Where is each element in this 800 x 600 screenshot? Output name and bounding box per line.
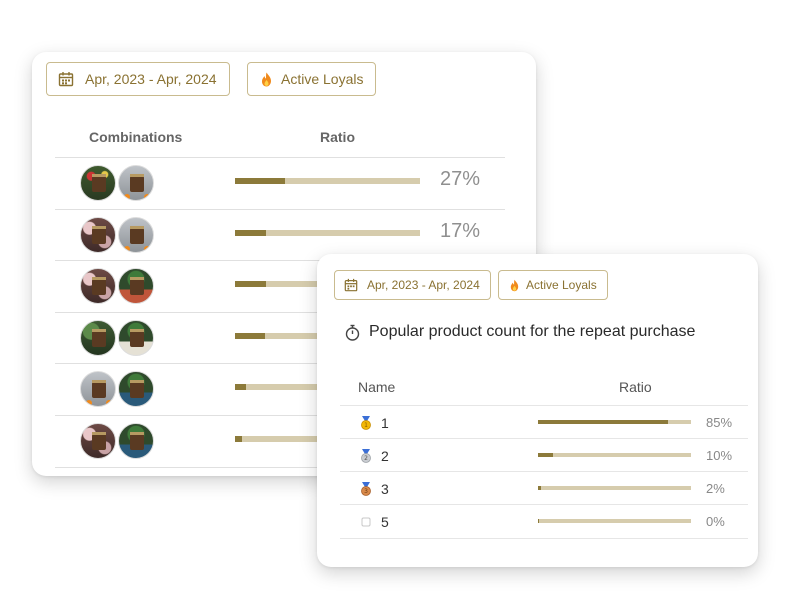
column-header-ratio: Ratio <box>619 379 652 395</box>
ratio-bar-fill <box>235 384 247 390</box>
row-name-text: 1 <box>381 414 389 431</box>
product-thumbnail <box>118 319 154 356</box>
svg-text:3: 3 <box>364 488 368 495</box>
ratio-bar <box>538 453 691 457</box>
product-count-row[interactable]: 1 1 85% <box>340 405 748 439</box>
ratio-percent: 10% <box>706 448 733 463</box>
product-count-row[interactable]: 3 3 2% <box>340 471 748 505</box>
ratio-bar <box>538 519 691 523</box>
ratio-bar-fill <box>538 453 554 457</box>
date-range-label: Apr, 2023 - Apr, 2024 <box>367 278 480 292</box>
product-count-row[interactable]: 5 0% <box>340 504 748 539</box>
row-name: 11 <box>359 406 389 439</box>
product-thumbnail <box>80 319 116 356</box>
segment-label: Active Loyals <box>526 278 597 292</box>
bronze-medal-icon: 3 <box>359 481 372 496</box>
ratio-bar-fill <box>235 178 285 184</box>
ratio-bar-fill <box>538 519 539 523</box>
product-thumbnail <box>118 216 154 253</box>
card-title-text: Popular product count for the repeat pur… <box>369 323 696 340</box>
product-thumbnail <box>80 165 116 201</box>
row-name-text: 3 <box>381 480 389 497</box>
ratio-bar-fill <box>235 229 267 236</box>
ratio-percent: 0% <box>706 514 725 529</box>
card-title: Popular product count for the repeat pur… <box>345 323 695 341</box>
product-combination <box>80 422 160 459</box>
row-name-text: 2 <box>381 447 389 464</box>
ratio-bar-fill <box>235 281 267 287</box>
product-combination <box>80 319 160 356</box>
product-thumbnail <box>80 268 116 304</box>
empty-box-icon <box>359 515 372 529</box>
segment-filter[interactable]: Active Loyals <box>247 62 377 96</box>
silver-medal-icon: 2 <box>359 448 372 463</box>
row-name: 22 <box>359 439 389 472</box>
ratio-bar <box>538 420 691 424</box>
date-range-label: Apr, 2023 - Apr, 2024 <box>85 71 217 87</box>
ratio-percent: 85% <box>706 415 733 430</box>
ratio-bar <box>235 178 420 184</box>
product-thumbnail <box>80 422 116 459</box>
product-thumbnail <box>118 165 154 201</box>
ratio-percent: 17% <box>440 219 481 242</box>
ratio-percent: 2% <box>706 481 725 496</box>
product-thumbnail <box>80 216 116 253</box>
combination-row[interactable]: 17% <box>55 208 505 261</box>
ratio-bar <box>538 486 691 490</box>
date-range-filter[interactable]: Apr, 2023 - Apr, 2024 <box>46 62 230 96</box>
ratio-bar <box>235 229 420 236</box>
gold-medal-icon: 1 <box>359 415 372 430</box>
ratio-bar-fill <box>538 486 542 490</box>
row-name: 5 <box>359 505 389 538</box>
row-name-text: 5 <box>381 513 389 530</box>
combination-row[interactable]: 27% <box>55 157 505 209</box>
product-combination <box>80 216 160 253</box>
fire-icon <box>509 279 519 292</box>
date-range-filter[interactable]: Apr, 2023 - Apr, 2024 <box>334 270 491 300</box>
column-header-ratio: Ratio <box>320 129 355 145</box>
column-header-combinations: Combinations <box>89 129 183 145</box>
ratio-percent: 27% <box>440 168 481 190</box>
segment-filter[interactable]: Active Loyals <box>498 270 608 300</box>
fire-icon <box>260 72 272 87</box>
product-thumbnail <box>80 371 116 407</box>
ratio-bar-fill <box>235 332 265 339</box>
svg-text:2: 2 <box>364 455 368 462</box>
product-thumbnail <box>118 371 154 407</box>
ratio-bar-fill <box>538 420 669 424</box>
product-count-row[interactable]: 2 2 10% <box>340 438 748 472</box>
calendar-icon <box>57 71 75 87</box>
product-thumbnail <box>118 422 154 459</box>
product-combination <box>80 268 160 304</box>
popular-product-count-card: Apr, 2023 - Apr, 2024 Active Loyals Popu… <box>317 254 758 567</box>
stopwatch-icon <box>345 323 361 341</box>
product-combination <box>80 371 160 407</box>
column-header-name: Name <box>358 379 396 395</box>
row-name: 33 <box>359 472 389 505</box>
product-thumbnail <box>118 268 154 304</box>
calendar-icon <box>343 278 359 292</box>
ratio-bar-fill <box>235 435 243 442</box>
product-combination <box>80 165 160 201</box>
svg-text:1: 1 <box>364 422 368 429</box>
segment-label: Active Loyals <box>281 71 364 87</box>
